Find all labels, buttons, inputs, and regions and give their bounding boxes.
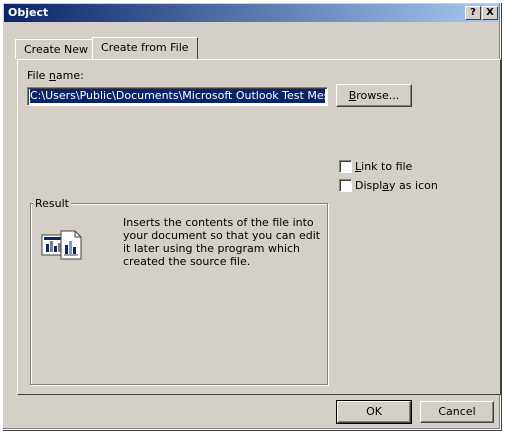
display-as-icon-label[interactable]: Display as icon [355,179,438,192]
ok-button[interactable]: OK [336,400,412,424]
file-name-input[interactable]: C:\Users\Public\Documents\Microsoft Outl… [27,87,328,106]
insert-file-object-icon [41,229,85,264]
title-bar[interactable]: Object ? X [4,4,499,22]
object-dialog: Object ? X Create New Create from File F… [2,2,501,430]
file-name-value: C:\Users\Public\Documents\Microsoft Outl… [30,89,325,103]
link-to-file-label[interactable]: Link to file [355,160,412,173]
result-group-title: Result [33,197,71,210]
browse-button[interactable]: Browse... [336,84,412,107]
cancel-button[interactable]: Cancel [420,401,494,423]
tab-create-from-file[interactable]: Create from File [92,37,198,59]
result-description: Inserts the contents of the file into yo… [123,216,321,268]
help-button[interactable]: ? [465,6,481,20]
file-name-label: File name: [27,69,84,82]
tab-create-new[interactable]: Create New [15,39,98,59]
display-as-icon-checkbox[interactable] [339,179,352,192]
dialog-title: Object [8,6,49,19]
link-to-file-checkbox[interactable] [339,160,352,173]
close-button[interactable]: X [482,6,498,20]
